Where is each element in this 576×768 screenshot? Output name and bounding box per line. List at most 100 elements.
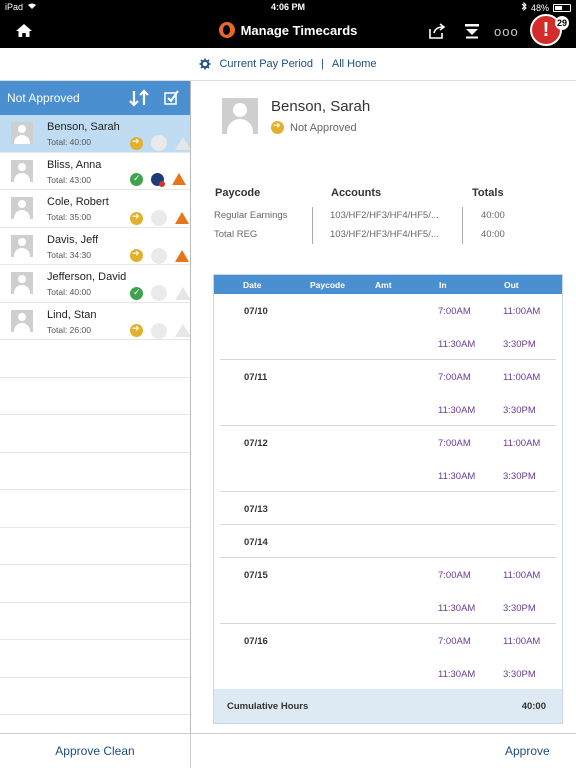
summary-account[interactable]: 103/HF2/HF3/HF4/HF5/...	[330, 210, 439, 221]
punch-out[interactable]: 11:00AM	[503, 372, 540, 383]
cumulative-hours-row: Cumulative Hours 40:00	[214, 689, 562, 723]
empty-triangle-icon	[175, 286, 190, 300]
empty-list-row	[0, 528, 190, 565]
punch-out[interactable]: 3:30PM	[503, 339, 536, 350]
summary-total: 40:00	[481, 229, 505, 240]
bluetooth-icon	[521, 1, 527, 13]
punch-in[interactable]: 7:00AM	[438, 306, 471, 317]
summary-paycode: Total REG	[214, 229, 258, 240]
employee-name-title: Benson, Sarah	[271, 98, 371, 115]
punch-out[interactable]: 3:30PM	[503, 669, 536, 680]
avatar	[11, 272, 33, 294]
share-icon[interactable]	[428, 22, 446, 40]
sort-icon[interactable]	[128, 89, 150, 107]
summary-paycode-header: Paycode	[215, 187, 261, 199]
arrow-icon	[130, 248, 143, 262]
list-header: Not Approved	[0, 81, 190, 115]
table-row[interactable]: 07/12 7:00AM 11:00AM 11:30AM 3:30PM	[220, 426, 556, 492]
employee-row[interactable]: Lind, Stan Total: 26:00	[0, 303, 190, 340]
punch-out[interactable]: 11:00AM	[503, 438, 540, 449]
avatar	[11, 309, 33, 332]
table-row[interactable]: 07/10 7:00AM 11:00AM 11:30AM 3:30PM	[220, 294, 556, 360]
summary-accounts-header: Accounts	[331, 187, 382, 199]
empty-list-row	[0, 565, 190, 603]
punch-in[interactable]: 7:00AM	[438, 438, 471, 449]
employee-total: Total: 26:00	[47, 324, 91, 335]
punch-out[interactable]: 11:00AM	[503, 636, 540, 647]
employee-row[interactable]: Jefferson, David Total: 40:00	[0, 265, 190, 303]
status-time: 4:06 PM	[270, 2, 305, 12]
empty-triangle-icon	[175, 324, 190, 337]
punch-out[interactable]: 3:30PM	[503, 471, 536, 482]
empty-list-row	[0, 453, 190, 490]
app-logo-icon	[218, 22, 235, 38]
group-link[interactable]: All Home	[332, 58, 377, 70]
employee-row[interactable]: Davis, Jeff Total: 34:30	[0, 228, 190, 265]
punch-in[interactable]: 11:30AM	[438, 669, 475, 680]
status-bar: iPad 4:06 PM 48%	[0, 0, 576, 14]
bottom-toolbar: Approve Clean Approve	[0, 733, 576, 768]
punch-in[interactable]: 11:30AM	[438, 471, 475, 482]
battery-percent: 48%	[530, 2, 549, 13]
punch-out[interactable]: 11:00AM	[503, 306, 540, 317]
empty-list-row	[0, 603, 190, 640]
status-icons	[130, 210, 189, 226]
timecard-table: Date Paycode Amt In Out 07/10 7:00AM 11:00…	[213, 274, 563, 724]
warning-icon	[175, 249, 189, 262]
punch-in[interactable]: 7:00AM	[438, 636, 471, 647]
employee-name: Benson, Sarah	[47, 121, 120, 133]
employee-total: Total: 35:00	[47, 212, 91, 222]
avatar	[11, 159, 33, 182]
punch-in[interactable]: 11:30AM	[438, 405, 475, 416]
summary-account[interactable]: 103/HF2/HF3/HF4/HF5/...	[330, 229, 439, 240]
punch-in[interactable]: 7:00AM	[438, 372, 471, 383]
table-row[interactable]: 07/15 7:00AM 11:00AM 11:30AM 3:30PM	[220, 558, 556, 624]
empty-circle-icon	[151, 135, 167, 151]
punch-out[interactable]: 3:30PM	[503, 603, 536, 614]
punch-out[interactable]: 3:30PM	[503, 405, 536, 416]
punch-out[interactable]: 11:00AM	[503, 570, 540, 581]
table-row[interactable]: 07/11 7:00AM 11:00AM 11:30AM 3:30PM	[220, 360, 556, 426]
page-title: Manage Timecards	[240, 22, 358, 38]
download-icon[interactable]	[463, 22, 481, 40]
table-row[interactable]: 07/13	[220, 492, 556, 525]
check-icon	[130, 172, 143, 186]
summary-totals-header: Totals	[472, 187, 504, 199]
summary-divider	[312, 207, 313, 244]
empty-circle-icon	[151, 247, 167, 264]
punch-in[interactable]: 11:30AM	[438, 339, 475, 350]
cumulative-hours-label: Cumulative Hours	[227, 701, 309, 712]
empty-list-row	[0, 640, 190, 678]
warning-icon	[175, 212, 189, 224]
employee-row[interactable]: Bliss, Anna Total: 43:00	[0, 153, 190, 190]
employee-status: Not Approved	[271, 120, 357, 134]
table-row[interactable]: 07/16 7:00AM 11:00AM 11:30AM 3:30PM	[220, 624, 556, 690]
nav-bar: Manage Timecards ooo ! 29	[0, 14, 576, 48]
table-row[interactable]: 07/14	[220, 525, 556, 558]
table-header: Date Paycode Amt In Out	[214, 275, 562, 294]
filter-bar: Current Pay Period | All Home	[0, 48, 576, 81]
day-date: 07/12	[244, 438, 268, 449]
person-alert-icon	[151, 172, 165, 187]
employee-row[interactable]: Cole, Robert Total: 35:00	[0, 190, 190, 228]
empty-circle-icon	[151, 210, 167, 226]
approve-button[interactable]: Approve	[505, 744, 550, 758]
approve-clean-button[interactable]: Approve Clean	[0, 734, 191, 768]
more-icon[interactable]: ooo	[494, 24, 519, 39]
check-icon	[130, 286, 143, 300]
employee-list-pane: Not Approved Benson, Sarah Total: 40:00 Bl…	[0, 81, 191, 733]
punch-in[interactable]: 7:00AM	[438, 570, 471, 581]
select-all-icon[interactable]	[164, 90, 179, 105]
employee-total: Total: 40:00	[47, 287, 91, 297]
status-icons	[130, 172, 186, 187]
list-header-title[interactable]: Not Approved	[7, 91, 80, 105]
employee-row[interactable]: Benson, Sarah Total: 40:00	[0, 115, 190, 153]
punch-in[interactable]: 11:30AM	[438, 603, 475, 614]
summary-paycode: Regular Earnings	[214, 210, 288, 221]
gear-icon[interactable]	[199, 58, 211, 70]
empty-list-row	[0, 490, 190, 528]
status-icons	[130, 285, 190, 301]
pay-period-link[interactable]: Current Pay Period	[219, 58, 313, 70]
arrow-icon	[130, 323, 143, 337]
day-date: 07/16	[244, 636, 268, 647]
